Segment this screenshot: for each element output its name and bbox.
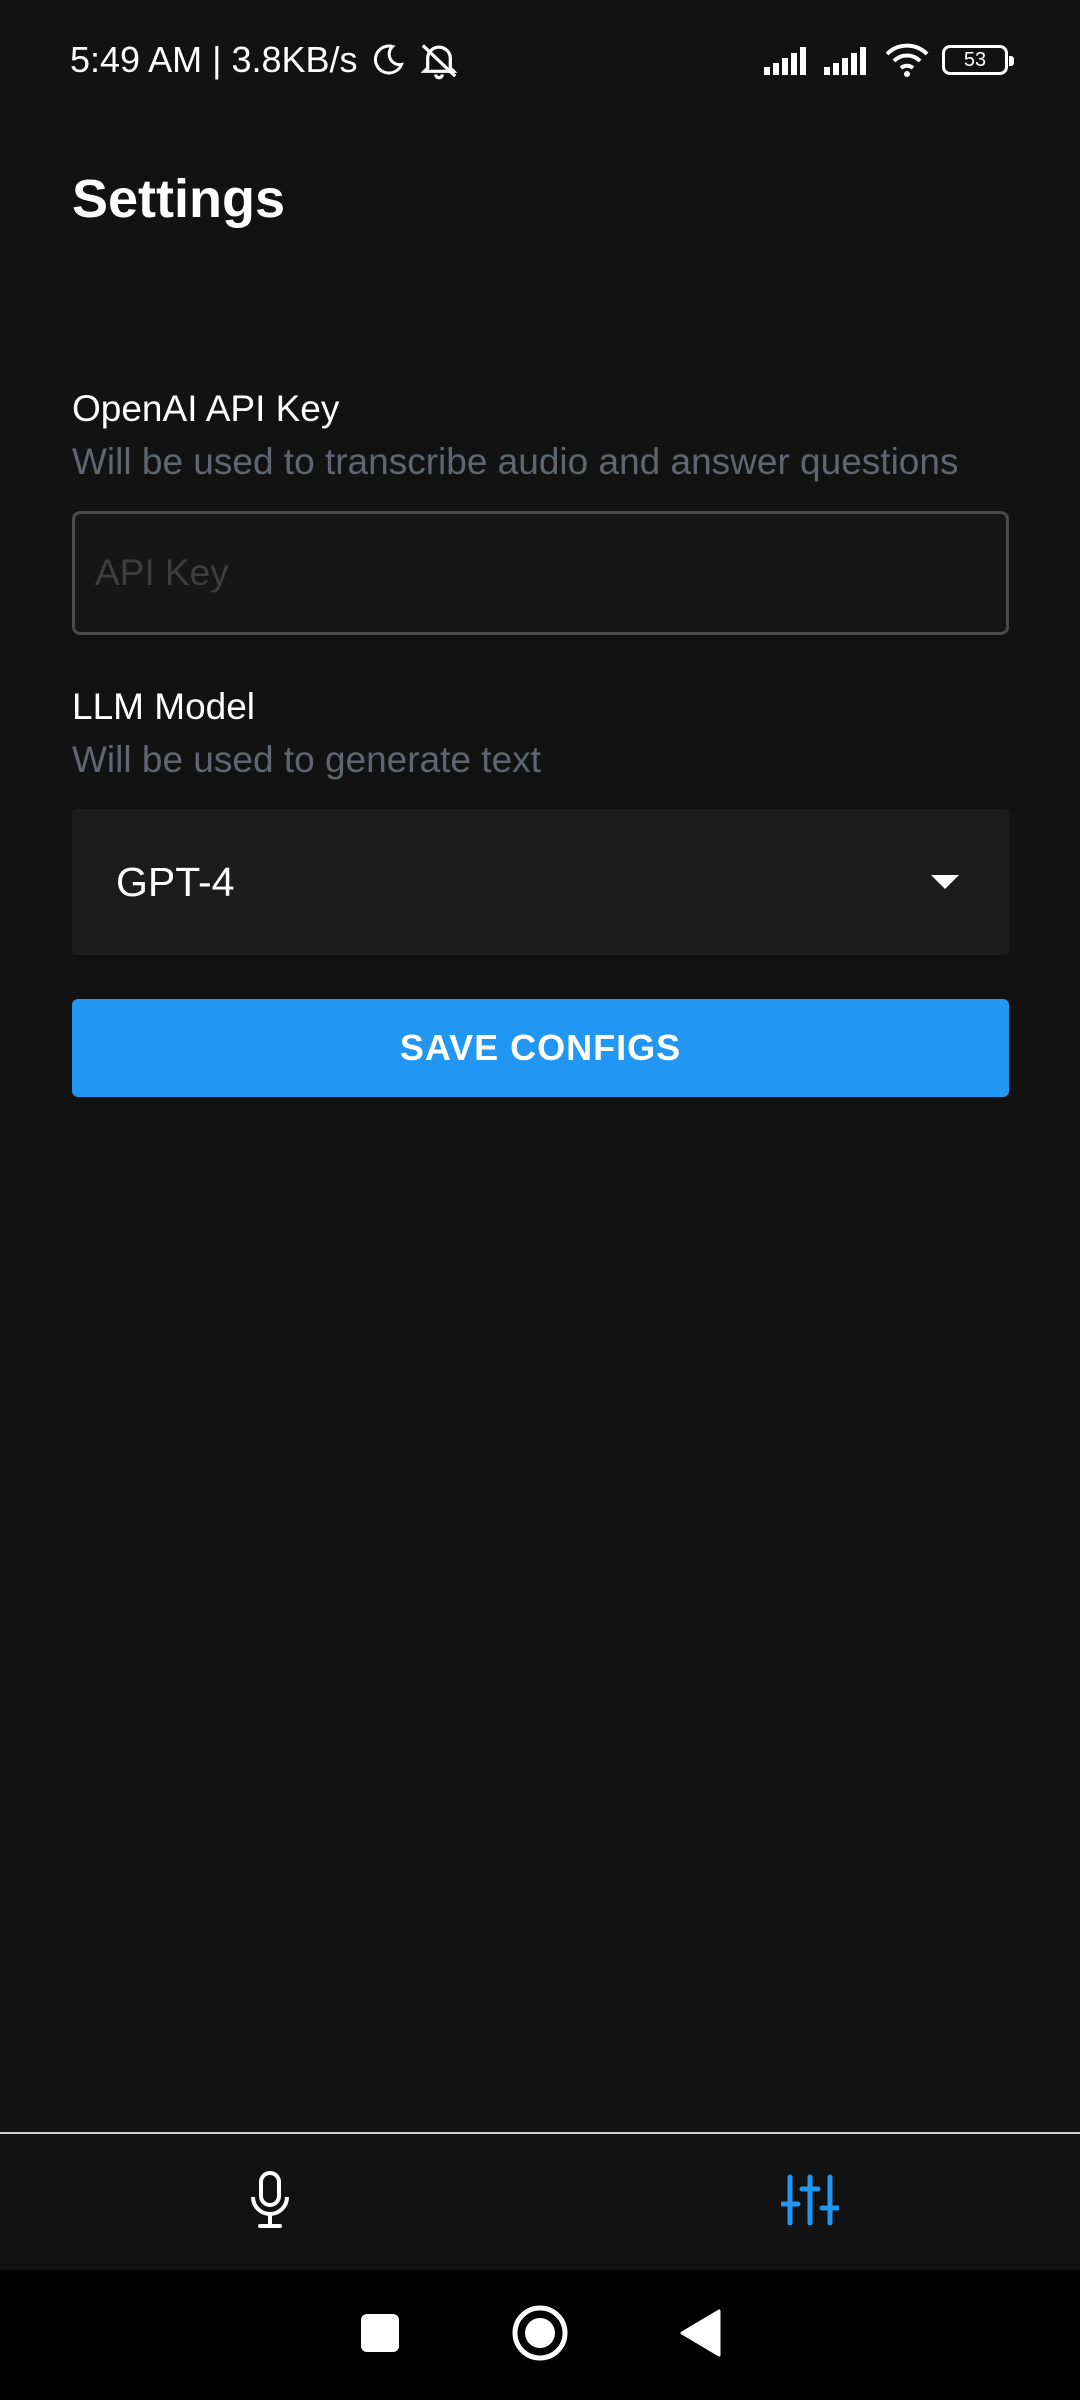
back-button[interactable] bbox=[620, 2270, 780, 2400]
signal-icon-2 bbox=[824, 45, 872, 75]
status-bar-right: 53 bbox=[764, 43, 1014, 77]
llm-model-dropdown[interactable]: GPT-4 bbox=[72, 809, 1009, 955]
status-time: 5:49 AM | 3.8KB/s bbox=[70, 39, 358, 80]
bell-off-icon bbox=[418, 40, 460, 80]
moon-icon bbox=[370, 42, 406, 78]
home-circle-icon bbox=[512, 2305, 568, 2366]
llm-model-selected: GPT-4 bbox=[116, 858, 235, 905]
dropdown-arrow-icon bbox=[931, 875, 959, 889]
recents-button[interactable] bbox=[300, 2270, 460, 2400]
system-nav-bar bbox=[0, 2270, 1080, 2400]
nav-item-record[interactable] bbox=[0, 2134, 540, 2270]
api-key-label: OpenAI API Key bbox=[72, 388, 340, 429]
api-key-hint: Will be used to transcribe audio and ans… bbox=[72, 441, 959, 482]
home-button[interactable] bbox=[460, 2270, 620, 2400]
back-triangle-icon bbox=[679, 2309, 721, 2362]
square-icon bbox=[360, 2313, 400, 2358]
llm-model-hint: Will be used to generate text bbox=[72, 739, 541, 780]
sliders-icon bbox=[779, 2174, 841, 2231]
bottom-nav bbox=[0, 2132, 1080, 2270]
status-bar-left: 5:49 AM | 3.8KB/s bbox=[70, 39, 460, 81]
microphone-icon bbox=[247, 2170, 293, 2235]
battery-icon: 53 bbox=[942, 45, 1014, 75]
signal-icon bbox=[764, 45, 812, 75]
nav-item-settings[interactable] bbox=[540, 2134, 1080, 2270]
save-configs-button[interactable]: SAVE CONFIGS bbox=[72, 999, 1009, 1097]
api-key-input[interactable] bbox=[72, 511, 1009, 635]
llm-model-label: LLM Model bbox=[72, 686, 256, 727]
battery-level: 53 bbox=[963, 48, 987, 71]
status-bar: 5:49 AM | 3.8KB/s 53 bbox=[0, 0, 1080, 120]
page-title: Settings bbox=[72, 169, 286, 229]
wifi-icon bbox=[884, 43, 930, 77]
